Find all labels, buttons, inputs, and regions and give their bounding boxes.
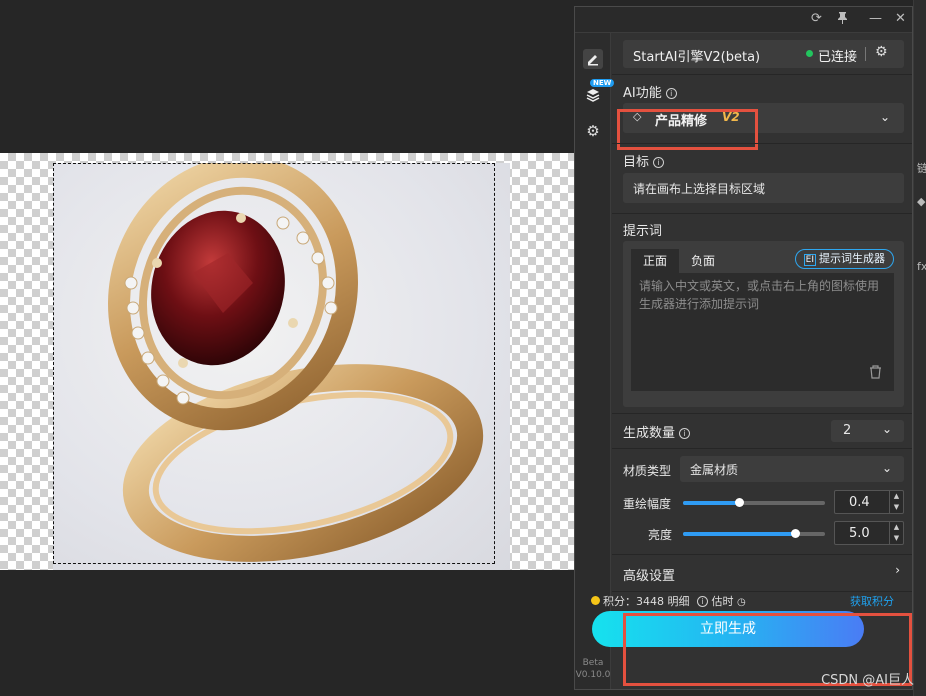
material-value: 金属材质 [690, 463, 739, 477]
coin-icon [591, 596, 600, 605]
new-badge: NEW [590, 79, 615, 87]
divider [612, 554, 912, 555]
redraw-value: 0.4 [849, 495, 870, 510]
target-label: 目标 i [623, 151, 665, 170]
count-value: 2 [843, 423, 852, 438]
refresh-icon[interactable]: ⟳ [811, 11, 822, 26]
brightness-slider[interactable] [683, 529, 825, 538]
chevron-down-icon: ⌄ [881, 461, 892, 475]
prompt-panel: 正面 负面 EI 提示词生成器 请输入中文或英文，或点击右上角的图标使用生成器进行… [623, 241, 904, 407]
version-number: V0.10.0 [575, 670, 611, 680]
brightness-input[interactable]: 5.0 ▲ ▼ [834, 521, 904, 545]
prompt-generator-button[interactable]: EI 提示词生成器 [794, 249, 894, 269]
layers-icon[interactable] [583, 85, 603, 105]
redraw-input[interactable]: 0.4 ▲ ▼ [834, 490, 904, 514]
estimate-text: 估时 [711, 595, 734, 608]
divider [612, 213, 912, 214]
watermark: CSDN @AI巨人 [821, 673, 914, 688]
connection-status: 已连接 [818, 50, 858, 65]
version-beta: Beta [582, 658, 604, 668]
clock-icon: ◷ [737, 597, 746, 608]
chevron-down-icon: ⌄ [881, 422, 892, 436]
get-credits-link[interactable]: 获取积分 [850, 593, 894, 609]
redraw-slider-fill [683, 501, 740, 505]
tab-negative[interactable]: 负面 [679, 249, 727, 273]
target-value: 请在画布上选择目标区域 [633, 182, 766, 196]
minimize-icon[interactable]: — [869, 11, 882, 26]
material-dropdown[interactable]: 金属材质 ⌄ [680, 456, 904, 482]
switch-engine-icon[interactable]: ⚙ [875, 44, 888, 60]
redraw-slider-knob[interactable] [735, 498, 744, 507]
edit-icon[interactable] [583, 49, 603, 69]
brightness-label: 亮度 [648, 528, 673, 542]
prompt-textarea[interactable]: 请输入中文或英文，或点击右上角的图标使用生成器进行添加提示词 [631, 273, 894, 391]
redraw-slider[interactable] [683, 498, 825, 507]
count-dropdown[interactable]: 2 ⌄ [831, 420, 904, 442]
credits-text: 积分：3448 明细 [603, 595, 690, 608]
tool-glyph[interactable]: 链 [917, 160, 926, 176]
prompt-tabs: 正面 负面 [631, 249, 727, 273]
panel-content: StartAI引擎V2(beta) 已连接 ⚙ AI功能 i ◇ 产品精修 V2 … [612, 33, 912, 689]
divider [612, 413, 912, 414]
trash-icon[interactable] [869, 365, 882, 383]
tool-glyph[interactable]: ◆ [917, 195, 925, 208]
engine-name: StartAI引擎V2(beta) [633, 50, 761, 65]
selection-marquee[interactable] [53, 163, 495, 564]
redraw-label: 重绘幅度 [623, 497, 672, 511]
pin-icon[interactable] [837, 11, 848, 27]
brightness-slider-knob[interactable] [791, 529, 800, 538]
gear-icon[interactable]: ⚙ [583, 121, 603, 141]
stepper-icon[interactable]: ▲ ▼ [889, 491, 903, 513]
advanced-settings[interactable]: 高级设置 [623, 565, 675, 584]
info-icon: i [697, 596, 708, 607]
credits-info: 积分：3448 明细 i 估时 ◷ [591, 593, 746, 609]
brightness-value: 5.0 [849, 526, 870, 541]
target-field[interactable]: 请在画布上选择目标区域 [623, 173, 904, 203]
separator [865, 47, 866, 61]
tool-glyph[interactable]: fx [917, 260, 926, 273]
material-label: 材质类型 [623, 464, 672, 478]
divider [612, 591, 912, 592]
engine-selector[interactable]: StartAI引擎V2(beta) 已连接 ⚙ [623, 40, 904, 68]
chevron-right-icon[interactable]: › [895, 563, 900, 577]
brightness-slider-fill [683, 532, 796, 536]
stepper-icon[interactable]: ▲ ▼ [889, 522, 903, 544]
info-icon: i [665, 88, 677, 99]
right-toolbar: 链 ◆ fx [913, 0, 926, 696]
status-dot [806, 50, 813, 57]
startai-panel: ⟳ — ✕ NEW ⚙ Beta V0.10.0 StartAI引擎V2(bet… [574, 6, 913, 690]
divider [612, 143, 912, 144]
divider [612, 74, 912, 75]
close-icon[interactable]: ✕ [895, 11, 906, 26]
panel-titlebar: ⟳ — ✕ [575, 7, 912, 33]
info-icon: i [653, 157, 665, 168]
divider [612, 448, 912, 449]
tab-positive[interactable]: 正面 [631, 249, 680, 273]
info-icon: i [679, 428, 691, 439]
left-rail: NEW ⚙ Beta V0.10.0 [575, 33, 615, 689]
generator-icon: EI [803, 254, 816, 266]
prompt-label: 提示词 [623, 224, 663, 239]
count-label: 生成数量 i [623, 422, 691, 441]
ai-function-label: AI功能 i [623, 82, 677, 101]
prompt-placeholder: 请输入中文或英文，或点击右上角的图标使用生成器进行添加提示词 [639, 279, 880, 311]
chevron-down-icon: ⌄ [879, 110, 890, 124]
